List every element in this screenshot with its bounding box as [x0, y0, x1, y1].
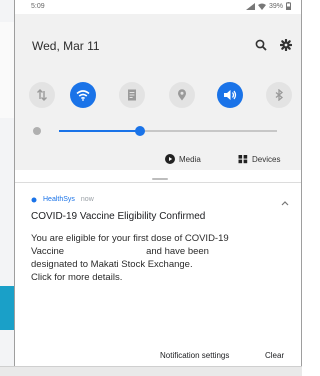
brightness-thumb[interactable]	[134, 126, 145, 136]
status-icons: 39%	[245, 2, 291, 10]
notification-settings-button[interactable]: Notification settings	[160, 351, 229, 360]
battery-percent: 39%	[268, 2, 283, 10]
body-line: You are eligible for your first dose of …	[31, 233, 229, 244]
expand-button[interactable]	[281, 193, 289, 211]
notification-shade: 5:09 39% Wed, Mar 11 Media Devices Healt…	[14, 0, 302, 366]
app-name: HealthSys	[43, 196, 75, 203]
location-toggle[interactable]	[169, 82, 195, 108]
background-accent-bar	[0, 286, 14, 330]
notification-title: COVID-19 Vaccine Eligibility Confirmed	[31, 211, 206, 222]
media-button[interactable]: Media	[165, 154, 201, 164]
body-line: and have been	[146, 246, 209, 257]
body-line-group: Vaccine and have been	[31, 245, 229, 258]
notification-footer: Notification settings Clear	[15, 340, 301, 366]
brightness-fill	[59, 130, 140, 132]
data-transfer-toggle[interactable]	[29, 82, 55, 108]
devices-icon	[238, 155, 248, 164]
document-icon	[128, 89, 136, 101]
date-label: Wed, Mar 11	[32, 39, 100, 53]
document-toggle[interactable]	[119, 82, 145, 108]
background-panel	[0, 22, 15, 118]
clear-button[interactable]: Clear	[265, 351, 284, 360]
brightness-slider[interactable]	[33, 124, 285, 138]
signal-icon	[245, 2, 255, 10]
body-line: Click for more details.	[31, 272, 123, 283]
quick-settings-panel: Wed, Mar 11 Media Devices	[15, 14, 301, 180]
play-icon	[165, 154, 175, 164]
battery-icon	[286, 2, 291, 10]
wifi-toggle[interactable]	[70, 82, 96, 108]
wifi-icon	[76, 90, 90, 101]
body-line: Vaccine	[31, 246, 65, 257]
wifi-status-icon	[257, 3, 266, 10]
notification-body: You are eligible for your first dose of …	[31, 232, 229, 284]
app-icon	[31, 197, 37, 202]
location-icon	[178, 89, 186, 101]
notification-time: now	[80, 196, 94, 203]
gear-icon	[280, 39, 292, 51]
settings-button[interactable]	[279, 38, 293, 52]
drag-handle[interactable]	[152, 178, 168, 180]
brightness-track	[59, 126, 277, 136]
search-button[interactable]	[254, 38, 268, 52]
sound-icon	[224, 90, 237, 100]
sound-toggle[interactable]	[217, 82, 243, 108]
data-transfer-icon	[37, 89, 47, 101]
bluetooth-icon	[275, 89, 284, 101]
brightness-icon	[33, 127, 41, 135]
chevron-up-icon	[281, 201, 289, 206]
body-line: designated to Makati Stock Exchange.	[31, 259, 193, 270]
search-icon	[255, 39, 267, 51]
notification-card[interactable]: HealthSys now COVID-19 Vaccine Eligibili…	[15, 182, 301, 333]
devices-button[interactable]: Devices	[238, 154, 280, 164]
media-label: Media	[179, 154, 201, 164]
bluetooth-toggle[interactable]	[266, 82, 292, 108]
devices-label: Devices	[252, 154, 281, 164]
status-bar: 5:09 39%	[15, 0, 301, 14]
status-time: 5:09	[31, 3, 45, 10]
notification-header: HealthSys now	[31, 196, 94, 203]
